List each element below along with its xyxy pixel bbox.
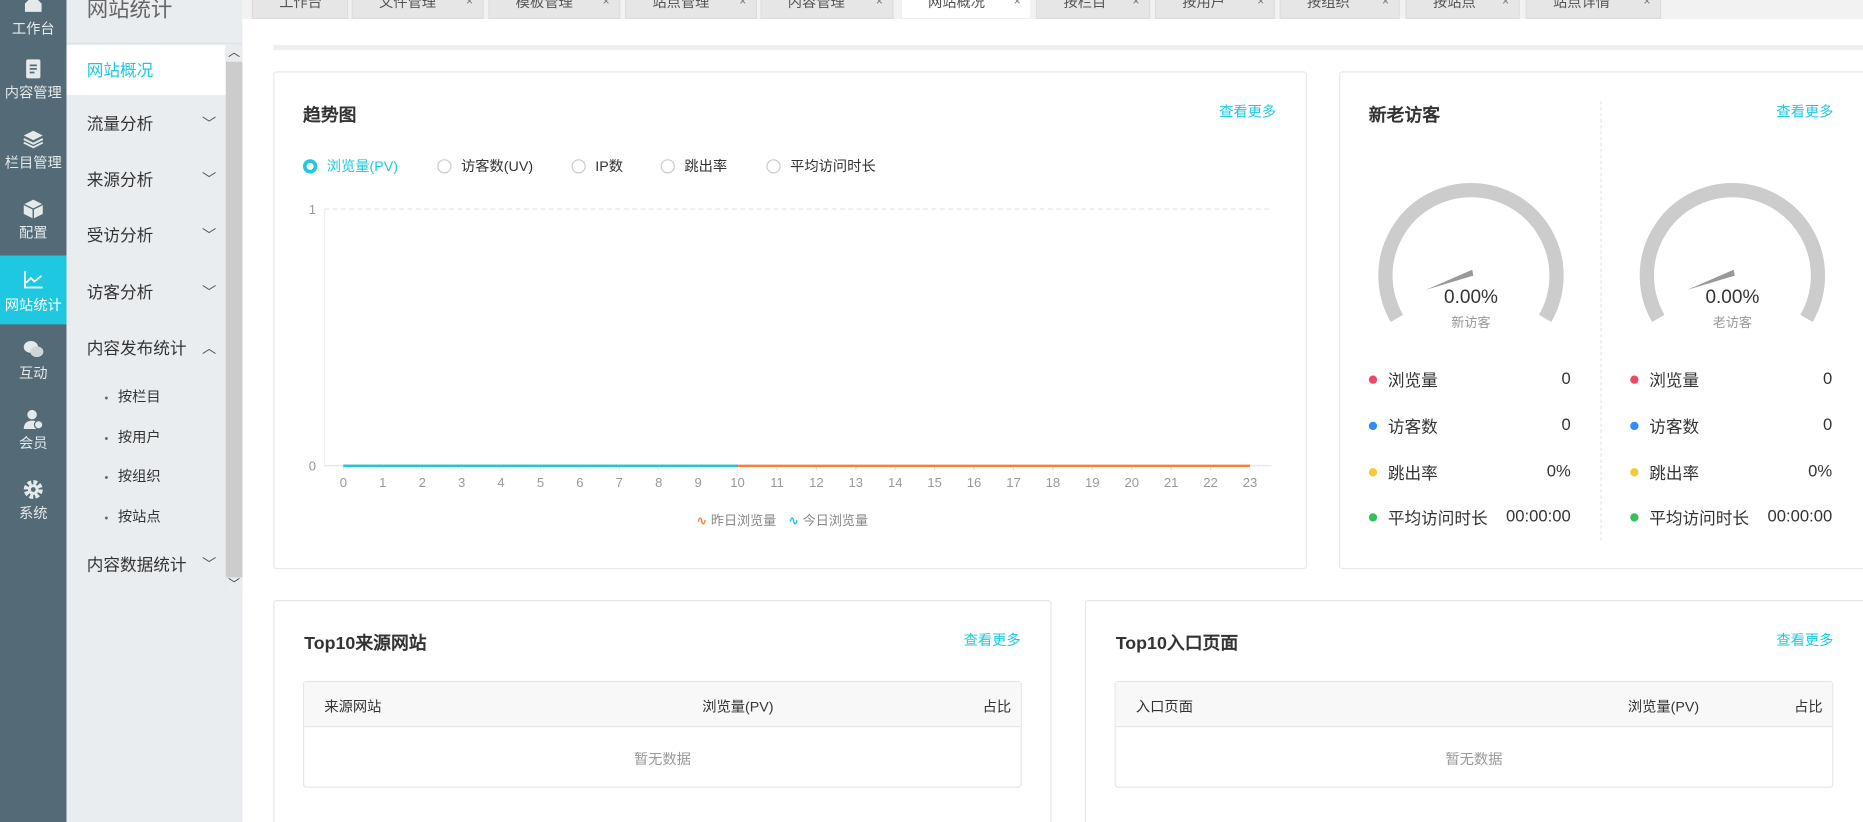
stat-label: 访客数 bbox=[1649, 417, 1700, 437]
stat-label: 跳出率 bbox=[1649, 463, 1700, 483]
stat-value: 00:00:00 bbox=[1506, 506, 1571, 526]
radio-circle-icon bbox=[660, 158, 675, 173]
top-sources-table: 来源网站 浏览量(PV) 占比 暂无数据 bbox=[302, 680, 1022, 788]
status-dot bbox=[1368, 513, 1378, 522]
stat-label: 访客数 bbox=[1387, 417, 1438, 437]
stat-value: 0 bbox=[1822, 414, 1833, 434]
visitors-more-link[interactable]: 查看更多 bbox=[1776, 101, 1833, 121]
x-tick-label: 19 bbox=[1085, 475, 1100, 490]
wave-icon: ∿ bbox=[788, 514, 800, 529]
empty-state: 暂无数据 bbox=[633, 750, 691, 768]
status-dot bbox=[1630, 513, 1639, 522]
x-tick-label: 13 bbox=[849, 475, 864, 490]
legend-label: 今日浏览量 bbox=[802, 514, 869, 529]
status-dot bbox=[1368, 375, 1378, 384]
stat-value: 0 bbox=[1822, 368, 1833, 388]
x-tick-label: 1 bbox=[379, 475, 386, 490]
gauge-label: 老访客 bbox=[1712, 316, 1753, 331]
divider bbox=[1600, 100, 1602, 541]
column-header-ratio: 占比 bbox=[1794, 698, 1823, 716]
gauge-label: 新访客 bbox=[1451, 316, 1491, 331]
stat-value: 00:00:00 bbox=[1767, 506, 1833, 526]
top-entries-title: Top10入口页面 bbox=[1115, 633, 1239, 654]
x-tick-label: 12 bbox=[809, 475, 824, 490]
radio-label: 浏览量(PV) bbox=[326, 158, 399, 175]
x-tick-label: 3 bbox=[458, 475, 465, 490]
stat-value: 0% bbox=[1546, 461, 1571, 481]
x-tick-label: 7 bbox=[616, 475, 623, 490]
metric-radio[interactable]: 跳出率 bbox=[660, 156, 728, 176]
status-dot bbox=[1630, 375, 1639, 384]
x-tick-label: 15 bbox=[927, 475, 942, 490]
x-tick-label: 20 bbox=[1124, 475, 1139, 490]
legend-item-today[interactable]: ∿ 今日浏览量 bbox=[788, 511, 868, 530]
status-dot bbox=[1630, 468, 1639, 477]
x-tick-label: 10 bbox=[730, 475, 745, 490]
column-header-entry-page: 入口页面 bbox=[1135, 698, 1193, 716]
y-tick-label: 1 bbox=[309, 202, 316, 217]
radio-label: IP数 bbox=[595, 158, 624, 175]
radio-circle-icon bbox=[437, 158, 452, 173]
stat-label: 平均访问时长 bbox=[1387, 508, 1488, 528]
gauge-value: 0.00% bbox=[1444, 287, 1498, 308]
chart-legend: ∿ 昨日浏览量 ∿ 今日浏览量 bbox=[696, 511, 868, 530]
x-tick-label: 4 bbox=[497, 475, 504, 490]
radio-circle-icon bbox=[571, 158, 586, 173]
x-tick-label: 5 bbox=[537, 475, 544, 490]
stat-value: 0 bbox=[1561, 414, 1571, 434]
column-header-pv: 浏览量(PV) bbox=[702, 698, 774, 716]
radio-label: 跳出率 bbox=[684, 158, 728, 175]
stat-label: 平均访问时长 bbox=[1649, 508, 1750, 528]
table-header: 入口页面 浏览量(PV) 占比 bbox=[1115, 682, 1833, 728]
metric-radio[interactable]: 访客数(UV) bbox=[437, 156, 533, 176]
column-header-pv: 浏览量(PV) bbox=[1627, 698, 1700, 716]
visitors-title: 新老访客 bbox=[1368, 105, 1441, 126]
radio-circle-icon bbox=[302, 158, 318, 173]
radio-circle-icon bbox=[766, 158, 781, 173]
stat-value: 0 bbox=[1561, 368, 1571, 388]
radio-label: 平均访问时长 bbox=[790, 158, 876, 175]
stat-label: 浏览量 bbox=[1387, 370, 1438, 390]
x-tick-label: 18 bbox=[1046, 475, 1061, 490]
x-tick-label: 11 bbox=[770, 475, 784, 490]
x-tick-label: 0 bbox=[340, 475, 347, 490]
top-sources-title: Top10来源网站 bbox=[304, 633, 427, 654]
top-entries-table: 入口页面 浏览量(PV) 占比 暂无数据 bbox=[1114, 680, 1834, 788]
x-tick-label: 21 bbox=[1164, 475, 1179, 490]
stat-value: 0% bbox=[1808, 461, 1833, 481]
stat-label: 浏览量 bbox=[1649, 370, 1700, 390]
metric-radio[interactable]: IP数 bbox=[571, 156, 624, 176]
radio-label: 访客数(UV) bbox=[461, 158, 534, 175]
gauge-value: 0.00% bbox=[1705, 287, 1760, 308]
legend-item-yesterday[interactable]: ∿ 昨日浏览量 bbox=[696, 511, 776, 530]
status-dot bbox=[1368, 421, 1378, 431]
x-tick-label: 14 bbox=[888, 475, 903, 490]
metric-radio[interactable]: 平均访问时长 bbox=[766, 156, 876, 176]
gauge bbox=[1639, 183, 1826, 322]
wave-icon: ∿ bbox=[696, 514, 708, 529]
x-tick-label: 9 bbox=[695, 475, 702, 490]
x-tick-label: 2 bbox=[419, 475, 426, 490]
x-tick-label: 16 bbox=[967, 475, 982, 490]
x-tick-label: 23 bbox=[1243, 475, 1258, 490]
table-header: 来源网站 浏览量(PV) 占比 bbox=[304, 682, 1021, 728]
status-dot bbox=[1368, 468, 1378, 477]
x-tick-label: 8 bbox=[655, 475, 662, 490]
gauge bbox=[1378, 183, 1564, 322]
column-header-source: 来源网站 bbox=[324, 698, 382, 716]
status-dot bbox=[1630, 421, 1639, 431]
x-tick-label: 22 bbox=[1203, 475, 1218, 490]
top-sources-more-link[interactable]: 查看更多 bbox=[964, 630, 1021, 650]
x-tick-label: 17 bbox=[1006, 475, 1021, 490]
legend-label: 昨日浏览量 bbox=[710, 514, 777, 529]
top-entries-more-link[interactable]: 查看更多 bbox=[1776, 630, 1833, 650]
x-tick-label: 6 bbox=[576, 475, 583, 490]
stat-label: 跳出率 bbox=[1387, 463, 1438, 483]
empty-state: 暂无数据 bbox=[1445, 750, 1503, 768]
y-tick-label: 0 bbox=[309, 459, 316, 474]
column-header-ratio: 占比 bbox=[982, 698, 1012, 716]
metric-radio[interactable]: 浏览量(PV) bbox=[302, 156, 399, 176]
